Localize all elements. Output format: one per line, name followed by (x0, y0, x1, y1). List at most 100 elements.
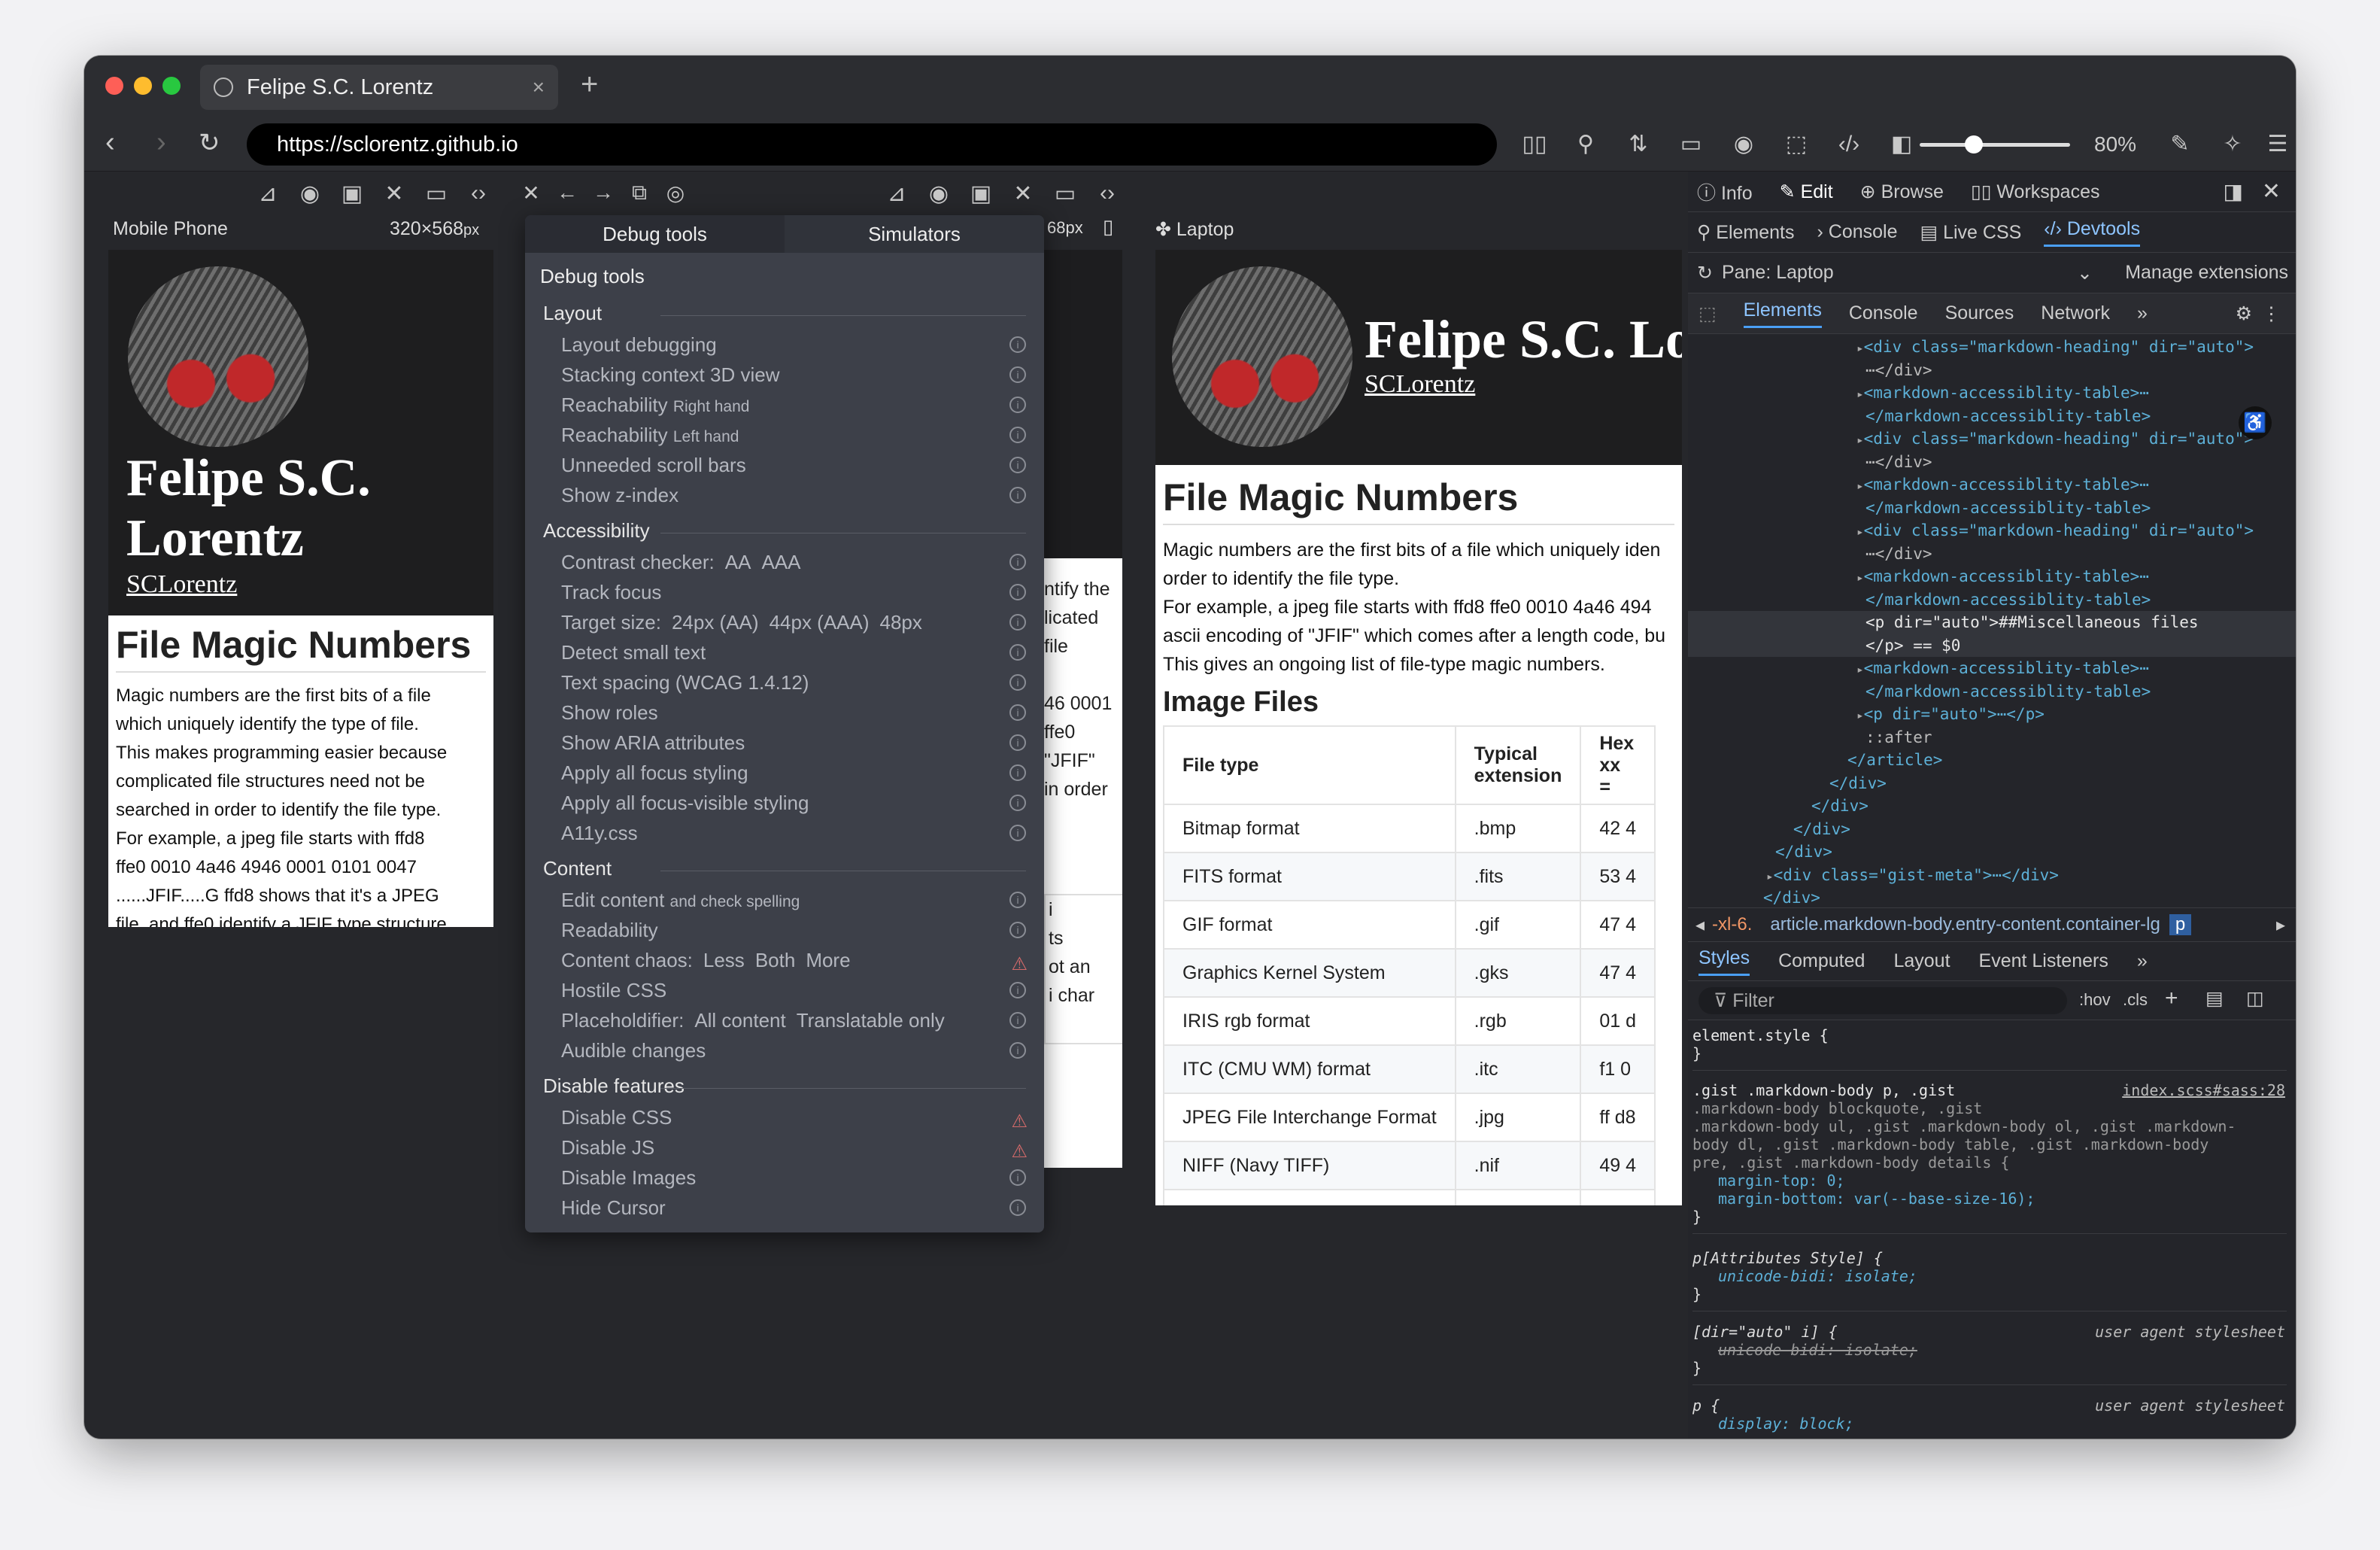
dom-node-line[interactable]: ▸<p dir="auto">⋯</p> (1688, 703, 2296, 726)
device-icon[interactable]: ▭ (421, 181, 451, 211)
dom-node-line[interactable]: ▸<markdown-accessiblity-table>⋯ (1688, 657, 2296, 680)
laptop-handle-link[interactable]: SCLorentz (1365, 370, 1475, 399)
css-source-link[interactable]: index.scss#sass:28 (2122, 1081, 2285, 1099)
info-icon[interactable]: i (1009, 892, 1026, 908)
tab-browse[interactable]: ⊕ Browse (1860, 181, 1944, 203)
screenshot-icon[interactable]: ◉ (924, 181, 954, 211)
tab-live-css[interactable]: ▤ Live CSS (1920, 221, 2022, 244)
expand-arrow-icon[interactable]: ▸ (1856, 662, 1864, 676)
tablet-device-icon[interactable]: ▯ (1103, 215, 1113, 239)
inspect-icon[interactable]: ⬚ (1781, 129, 1811, 160)
css-property[interactable]: margin-bottom: var(--base-size-16); (1692, 1190, 2287, 1208)
dom-node-line[interactable]: ▸<div class="markdown-heading" dir="auto… (1688, 336, 2296, 359)
debug-item[interactable]: Show roles i (525, 698, 1044, 728)
image-icon[interactable]: ▣ (966, 181, 996, 211)
debug-item[interactable]: Layout debugging i (525, 330, 1044, 360)
zoom-slider-handle[interactable] (1965, 135, 1983, 153)
css-source-link[interactable]: user agent stylesheet (2095, 1323, 2285, 1341)
info-icon[interactable]: i (1009, 397, 1026, 413)
device-icon[interactable]: ▭ (1050, 181, 1080, 211)
sync-icon[interactable]: ⇅ (1623, 129, 1653, 160)
expand-arrow-icon[interactable]: ▸ (1856, 433, 1864, 447)
gear-icon[interactable]: ⚙ (2236, 302, 2252, 325)
debug-item[interactable]: Reachability Right hand i (525, 390, 1044, 420)
tab-debug-tools[interactable]: Debug tools (525, 215, 785, 253)
debug-item[interactable]: Unneeded scroll bars i (525, 450, 1044, 480)
dom-node-line[interactable]: ⋯</div> (1688, 451, 2296, 474)
cls-button[interactable]: .cls (2123, 990, 2148, 1010)
new-tab-button[interactable]: + (581, 68, 598, 102)
dom-node-line[interactable]: ⋯</div> (1688, 359, 2296, 382)
tablet-viewport[interactable]: ntify the licated file 46 0001 ffe0 "JFIF" in … (1044, 558, 1122, 1168)
more-tabs-icon[interactable]: » (2137, 950, 2148, 972)
screenshot-icon[interactable]: ◉ (295, 181, 325, 211)
debug-item[interactable]: Show z-index i (525, 480, 1044, 510)
dom-node-line[interactable]: ▸<div class="markdown-heading" dir="auto… (1688, 427, 2296, 451)
debug-item[interactable]: Reachability Left hand i (525, 420, 1044, 450)
laptop-viewport[interactable]: Felipe S.C. Lo SCLorentz File Magic Numb… (1155, 250, 1682, 1205)
tab-layout[interactable]: Layout (1893, 950, 1950, 972)
more-tabs-icon[interactable]: » (2137, 302, 2148, 324)
sidebar-icon[interactable]: ◧ (1887, 129, 1917, 160)
camera-icon[interactable]: ◉ (1729, 129, 1759, 160)
reload-icon[interactable]: ↻ (199, 128, 220, 158)
select-element-icon[interactable]: ⬚ (1698, 302, 1717, 325)
info-icon[interactable]: i (1009, 704, 1026, 721)
dom-node-line[interactable]: </p> == $0 (1688, 634, 2296, 657)
dom-node-line[interactable]: ::after (1688, 726, 2296, 749)
debug-item[interactable]: Disable Images i (525, 1162, 1044, 1193)
back-icon[interactable]: ‹ (105, 126, 115, 159)
tab-devtools[interactable]: ‹/› Devtools (2044, 218, 2141, 247)
debug-item[interactable]: Stacking context 3D view i (525, 360, 1044, 390)
info-icon[interactable]: i (1009, 1169, 1026, 1186)
phone-viewport[interactable]: Felipe S.C. Lorentz SCLorentz File Magic… (108, 250, 493, 927)
dom-node-line[interactable]: </div> (1688, 772, 2296, 795)
close-window-button[interactable] (105, 77, 123, 95)
tools-icon[interactable]: ✕ (1008, 181, 1038, 211)
expand-arrow-icon[interactable]: ▸ (1856, 341, 1864, 355)
rotate-icon[interactable]: ⊿ (882, 181, 912, 211)
info-icon[interactable]: i (1009, 734, 1026, 751)
expand-arrow-icon[interactable]: ▸ (1856, 387, 1864, 401)
add-rule-icon[interactable]: + (2165, 986, 2178, 1011)
debug-item[interactable]: Apply all focus-visible styling i (525, 788, 1044, 818)
debug-item[interactable]: Readability i (525, 915, 1044, 945)
pane-selector[interactable]: ↻ Pane: Laptop ⌄ Manage extensions (1688, 253, 2296, 293)
debug-item[interactable]: A11y.css i (525, 818, 1044, 848)
browser-tab[interactable]: Felipe S.C. Lorentz × (200, 65, 558, 110)
info-icon[interactable]: i (1009, 584, 1026, 600)
dock-icon[interactable]: ◨ (2224, 179, 2243, 204)
debug-item[interactable]: Placeholdifier: All content Translatable o… (525, 1005, 1044, 1035)
debug-item[interactable]: Target size: 24px (AA) 44px (AAA) 48px i (525, 607, 1044, 637)
extensions-icon[interactable]: ✧ (2218, 129, 2248, 160)
debug-item[interactable]: Hide Cursor i (525, 1193, 1044, 1223)
debug-item[interactable]: Detect small text i (525, 637, 1044, 667)
breadcrumb-current[interactable]: article.markdown-body.entry-content.cont… (1770, 914, 2160, 935)
tab-elements[interactable]: ⚲ Elements (1697, 221, 1794, 244)
debug-item[interactable]: Disable JS ⚠ (525, 1132, 1044, 1162)
dom-node-line[interactable]: </div> (1688, 795, 2296, 818)
debug-option[interactable]: AA (725, 551, 751, 573)
kebab-menu-icon[interactable]: ⋮ (2262, 302, 2281, 325)
info-icon[interactable]: i (1009, 614, 1026, 631)
minimize-window-button[interactable] (134, 77, 152, 95)
info-icon[interactable]: i (1009, 644, 1026, 661)
zoom-slider[interactable] (1920, 143, 2070, 147)
image-icon[interactable]: ▣ (337, 181, 367, 211)
pen-icon[interactable]: ✎ (2165, 129, 2195, 160)
css-property[interactable]: margin-top: 0; (1692, 1172, 2287, 1190)
info-icon[interactable]: i (1009, 922, 1026, 938)
dom-node-line[interactable]: </markdown-accessiblity-table> (1688, 405, 2296, 428)
code-icon[interactable]: ‹/› (1834, 129, 1864, 160)
debug-item[interactable]: Show ARIA attributes i (525, 728, 1044, 758)
dom-node-line[interactable]: <p dir="auto">##Miscellaneous files (1688, 611, 2296, 634)
debug-option[interactable]: 48px (880, 611, 922, 634)
tab-elements-inner[interactable]: Elements (1743, 299, 1822, 328)
tab-simulators[interactable]: Simulators (785, 215, 1044, 253)
dom-node-line[interactable]: </markdown-accessiblity-table> (1688, 588, 2296, 612)
profile-icon[interactable]: ⚲ (1571, 129, 1601, 160)
tab-network[interactable]: Network (2041, 302, 2110, 324)
info-icon[interactable]: i (1009, 1042, 1026, 1059)
handle-link[interactable]: SCLorentz (126, 570, 237, 599)
breadcrumb-prev[interactable]: -xl-6. (1712, 914, 1752, 935)
